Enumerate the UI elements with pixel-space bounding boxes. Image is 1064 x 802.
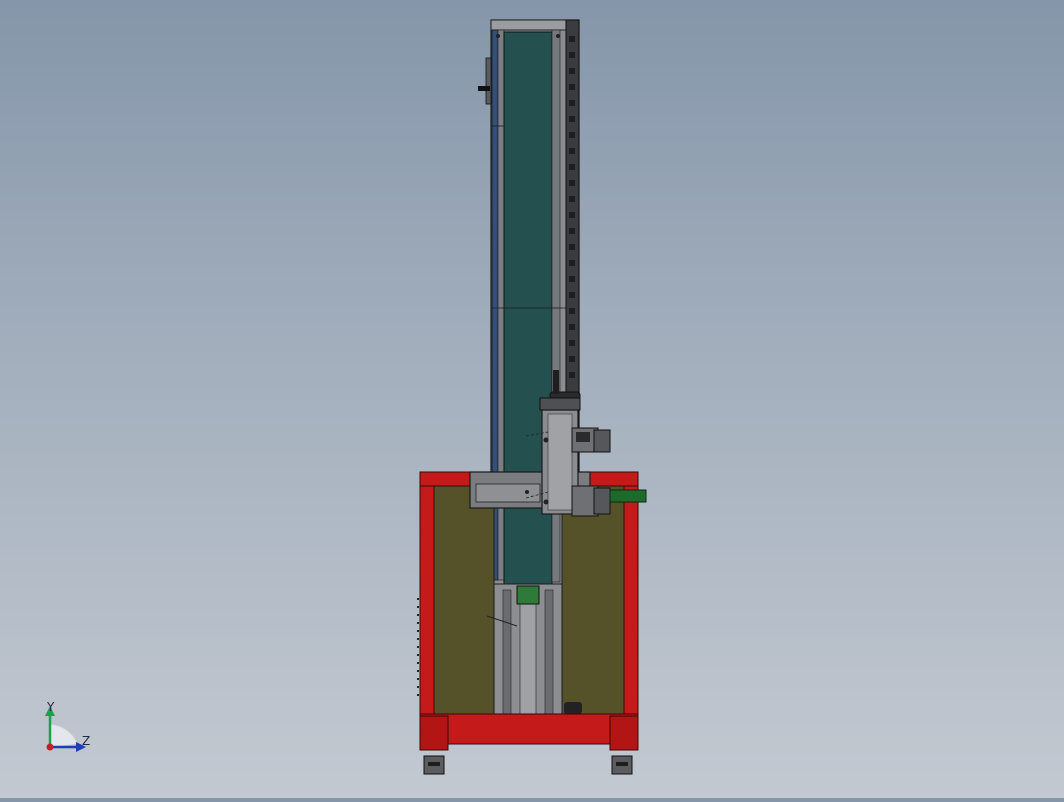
foot-nut (616, 762, 628, 766)
lift-rod-left (502, 589, 512, 717)
handwheel-shaft (553, 370, 559, 394)
top-rail-left (419, 471, 471, 487)
right-post (623, 471, 639, 745)
sensor-block (516, 585, 540, 605)
beam-slot (475, 483, 541, 503)
bracket-knob (478, 86, 490, 91)
bolt (543, 499, 549, 505)
screw (496, 34, 500, 38)
left-side-panel (433, 485, 495, 717)
green-nozzle (609, 489, 647, 503)
upper-gripper-jaw (576, 432, 590, 442)
bottom-rail (419, 713, 639, 745)
carriage-plate (547, 413, 573, 511)
bolt (525, 490, 529, 494)
screw (556, 34, 560, 38)
z-axis-label: Z (82, 734, 90, 748)
coordinate-triad: Y Z (45, 700, 90, 752)
triad-plane (49, 723, 79, 749)
triad-origin (46, 743, 54, 751)
side-bracket (485, 57, 492, 105)
right-side-panel (561, 485, 625, 717)
lift-rod-right (544, 589, 554, 717)
handwheel-hub (539, 397, 581, 411)
bottom-left-block (419, 715, 449, 751)
foot-nut (428, 762, 440, 766)
lower-gripper-cap (593, 487, 611, 515)
bottom-right-block (609, 715, 639, 751)
cad-viewport[interactable]: Y Z (0, 0, 1064, 798)
top-rail-right (589, 471, 639, 487)
model-view[interactable]: Y Z (0, 0, 1064, 798)
lift-rod-center (519, 589, 537, 717)
y-axis-label: Y (46, 700, 55, 714)
column-top-cap (490, 19, 567, 31)
upper-gripper-cap (593, 429, 611, 453)
left-post (419, 471, 435, 745)
bolt (543, 437, 549, 443)
motor-cap (564, 702, 582, 714)
